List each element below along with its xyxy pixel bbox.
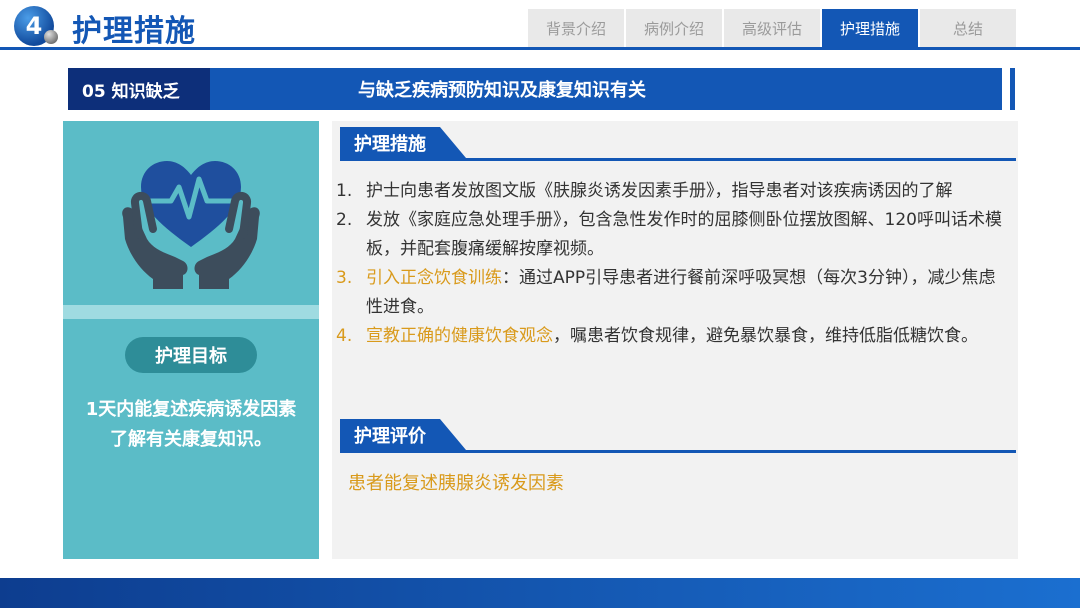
measures-list: 1. 护士向患者发放图文版《肤腺炎诱发因素手册》，指导患者对该疾病诱因的了解 2.…: [336, 177, 1012, 351]
measures-heading: 护理措施: [340, 127, 1016, 161]
goal-label: 护理目标: [125, 337, 257, 373]
evaluation-heading-line: [340, 450, 1016, 453]
evaluation-heading: 护理评价: [340, 419, 1016, 453]
badge-dot: [44, 30, 58, 44]
goal-text-line: 1天内能复述疾病诱发因素: [85, 399, 297, 420]
goal-text: 1天内能复述疾病诱发因素 了解有关康复知识。: [73, 395, 309, 455]
problem-banner: 05 知识缺乏 与缺乏疾病预防知识及康复知识有关: [68, 68, 1002, 110]
page-title: 护理措施: [72, 14, 196, 49]
list-item: 2. 发放《家庭应急处理手册》，包含急性发作时的屈膝侧卧位摆放图解、120呼叫话术…: [336, 206, 1012, 264]
panel-divider: [63, 305, 319, 319]
evaluation-text: 患者能复述胰腺炎诱发因素: [348, 473, 564, 494]
list-item-number: 4.: [336, 326, 353, 346]
list-item-number: 1.: [336, 181, 353, 201]
measures-heading-label: 护理措施: [340, 127, 466, 158]
tab-nursing-measures[interactable]: 护理措施: [822, 9, 918, 47]
tab-assessment[interactable]: 高级评估: [724, 9, 820, 47]
tab-case[interactable]: 病例介绍: [626, 9, 722, 47]
list-item: 4. 宣教正确的健康饮食观念，嘱患者饮食规律，避免暴饮暴食，维持低脂低糖饮食。: [336, 322, 1012, 351]
list-item-text: 发放《家庭应急处理手册》，包含急性发作时的屈膝侧卧位摆放图解、120呼叫话术模板…: [366, 210, 1002, 259]
section-badge: 4: [14, 6, 60, 46]
footer-bar: [0, 578, 1080, 608]
list-item-text: 护士向患者发放图文版《肤腺炎诱发因素手册》，指导患者对该疾病诱因的了解: [366, 181, 953, 201]
goal-text-line: 了解有关康复知识。: [110, 429, 272, 450]
list-item-highlight: 宣教正确的健康饮食观念: [366, 326, 553, 346]
nav-tabs: 背景介绍 病例介绍 高级评估 护理措施 总结: [528, 9, 1016, 47]
list-item: 1. 护士向患者发放图文版《肤腺炎诱发因素手册》，指导患者对该疾病诱因的了解: [336, 177, 1012, 206]
list-item-text: ，嘱患者饮食规律，避免暴饮暴食，维持低脂低糖饮食。: [553, 326, 978, 346]
goal-panel: 护理目标 1天内能复述疾病诱发因素 了解有关康复知识。: [63, 121, 319, 559]
header-divider: [0, 47, 1080, 50]
hands-holding-heart-icon: [122, 161, 260, 289]
banner-end-mark: [1010, 68, 1015, 110]
problem-tag: 05 知识缺乏: [68, 68, 210, 110]
list-item-highlight: 引入正念饮食训练: [366, 268, 502, 288]
list-item-number: 3.: [336, 268, 353, 288]
tab-summary[interactable]: 总结: [920, 9, 1016, 47]
list-item-number: 2.: [336, 210, 353, 230]
measures-panel: 护理措施 1. 护士向患者发放图文版《肤腺炎诱发因素手册》，指导患者对该疾病诱因的…: [332, 121, 1018, 559]
problem-description: 与缺乏疾病预防知识及康复知识有关: [358, 80, 646, 101]
list-item: 3. 引入正念饮食训练：通过APP引导患者进行餐前深呼吸冥想（每次3分钟），减少焦…: [336, 264, 1012, 322]
evaluation-heading-label: 护理评价: [340, 419, 466, 450]
measures-heading-line: [340, 158, 1016, 161]
tab-background[interactable]: 背景介绍: [528, 9, 624, 47]
